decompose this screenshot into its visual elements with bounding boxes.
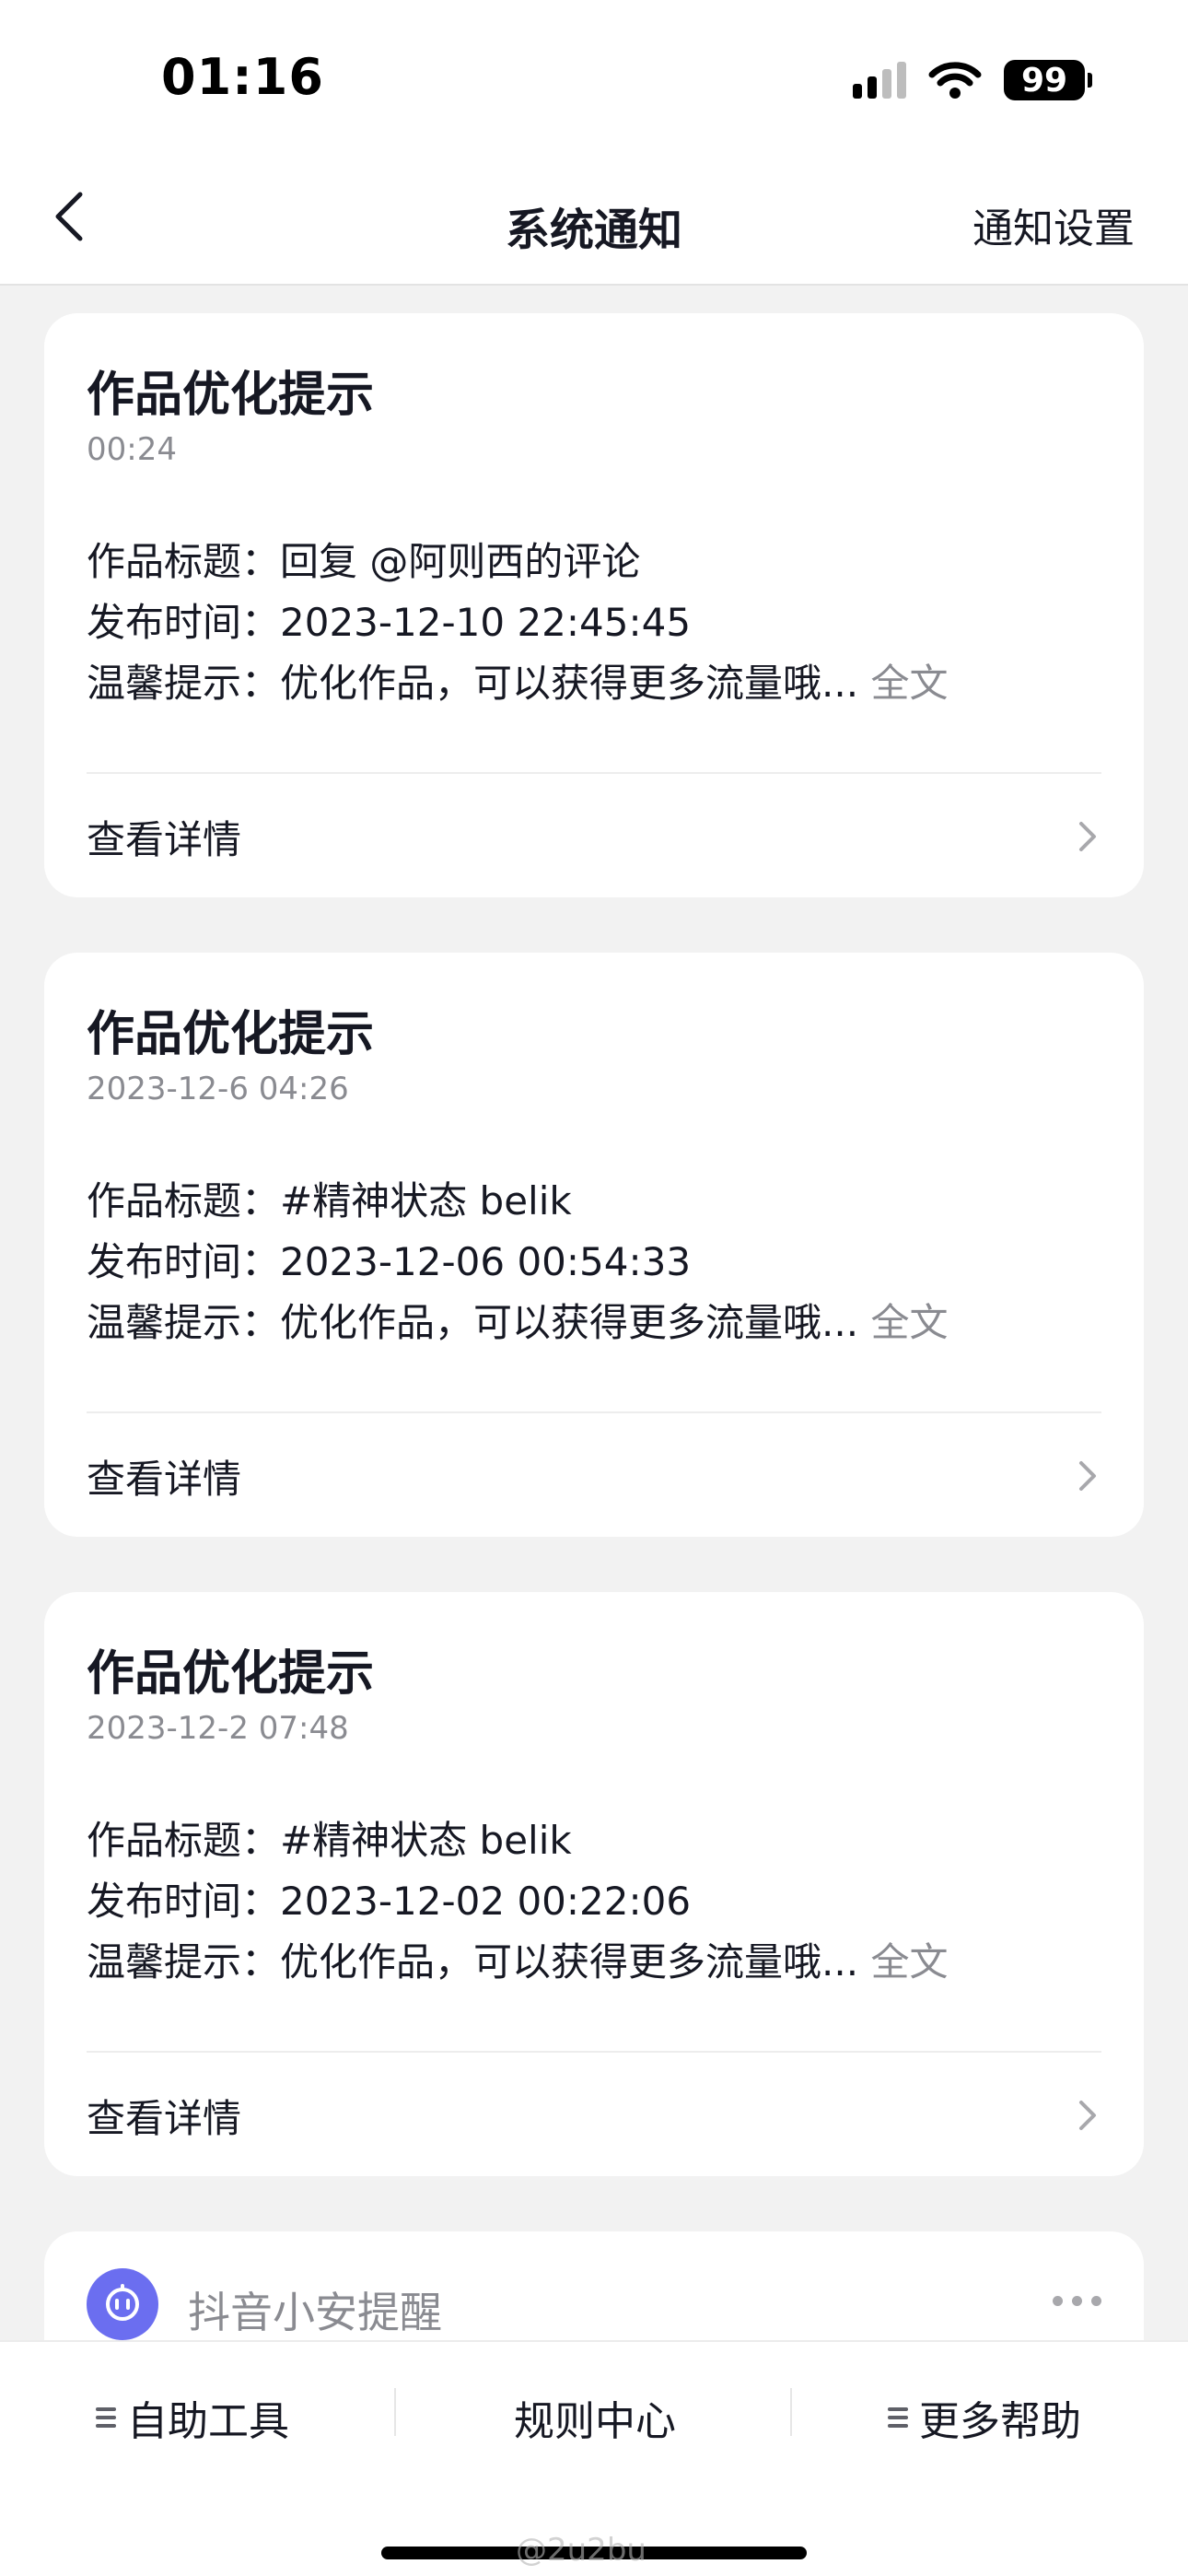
tip-line: 温馨提示：优化作品，可以获得更多流量哦... 全文 [87, 652, 948, 708]
card-title: 作品优化提示 [87, 1646, 375, 1702]
watermark: @2u2bu [516, 2532, 646, 2569]
card-time: 2023-12-2 07:48 [87, 1710, 349, 1747]
tip-line: 温馨提示：优化作品，可以获得更多流量哦... 全文 [87, 1292, 948, 1348]
signal-icon [853, 62, 906, 99]
work-title-line: 作品标题：#精神状态 belik [87, 1809, 572, 1866]
work-title-label: 作品标题： [87, 1178, 281, 1224]
status-bar: 01:16 99 [0, 0, 1188, 147]
publish-time-value: 2023-12-06 00:54:33 [280, 1239, 692, 1284]
full-text-link[interactable]: 全文 [870, 1300, 948, 1345]
notification-settings-link[interactable]: 通知设置 [973, 195, 1135, 254]
assistant-avatar [87, 2268, 158, 2340]
chevron-right-icon [1079, 822, 1096, 851]
work-title-value: 回复 @阿则西的评论 [280, 539, 641, 584]
divider [87, 2051, 1101, 2053]
publish-time-line: 发布时间：2023-12-02 00:22:06 [87, 1870, 691, 1926]
divider [394, 2388, 396, 2436]
publish-time-line: 发布时间：2023-12-10 22:45:45 [87, 591, 691, 648]
card-time: 00:24 [87, 431, 177, 468]
full-text-link[interactable]: 全文 [870, 661, 948, 706]
assistant-name: 抖音小安提醒 [188, 2288, 442, 2337]
tip-label: 温馨提示： [87, 1300, 281, 1345]
battery-icon: 99 [1004, 60, 1092, 100]
publish-time-label: 发布时间： [87, 1239, 281, 1284]
card-time: 2023-12-6 04:26 [87, 1071, 349, 1107]
publish-time-line: 发布时间：2023-12-06 00:54:33 [87, 1231, 691, 1287]
work-title-line: 作品标题：#精神状态 belik [87, 1170, 572, 1226]
chevron-right-icon [1079, 2101, 1096, 2130]
work-title-label: 作品标题： [87, 539, 281, 584]
publish-time-value: 2023-12-02 00:22:06 [280, 1879, 692, 1924]
status-time: 01:16 [161, 48, 324, 106]
tip-label: 温馨提示： [87, 661, 281, 706]
more-options-icon[interactable] [1053, 2296, 1101, 2306]
publish-time-label: 发布时间： [87, 1879, 281, 1924]
view-details-button[interactable]: 查看详情 [87, 1448, 241, 1505]
menu-icon [96, 2407, 116, 2428]
tab-label: 规则中心 [514, 2398, 676, 2445]
status-indicators: 99 [853, 57, 1092, 103]
work-title-line: 作品标题：回复 @阿则西的评论 [87, 531, 640, 587]
tab-more-help[interactable]: 更多帮助 [888, 2390, 1081, 2445]
divider [790, 2388, 792, 2436]
tab-rules-center[interactable]: 规则中心 [514, 2390, 676, 2445]
divider [87, 1411, 1101, 1413]
notification-card: 作品优化提示 2023-12-6 04:26 作品标题：#精神状态 belik … [44, 953, 1144, 1537]
full-text-link[interactable]: 全文 [870, 1939, 948, 1985]
nav-bar: 系统通知 通知设置 [0, 147, 1188, 286]
publish-time-value: 2023-12-10 22:45:45 [280, 600, 692, 645]
work-title-value: #精神状态 belik [280, 1178, 572, 1224]
notification-page: 01:16 99 系统通知 通知设置 作品优化提示 00:24 作品标题：回复 … [0, 0, 1188, 2576]
publish-time-label: 发布时间： [87, 600, 281, 645]
notification-card: 作品优化提示 00:24 作品标题：回复 @阿则西的评论 发布时间：2023-1… [44, 313, 1144, 897]
robot-icon [106, 2284, 139, 2321]
tip-value: 优化作品，可以获得更多流量哦... [280, 1300, 859, 1345]
work-title-value: #精神状态 belik [280, 1818, 572, 1863]
chevron-right-icon [1079, 1461, 1096, 1491]
notification-card: 作品优化提示 2023-12-2 07:48 作品标题：#精神状态 belik … [44, 1592, 1144, 2176]
tab-label: 更多帮助 [919, 2398, 1081, 2445]
card-title: 作品优化提示 [87, 368, 375, 423]
menu-icon [888, 2407, 908, 2428]
tip-value: 优化作品，可以获得更多流量哦... [280, 661, 859, 706]
tip-value: 优化作品，可以获得更多流量哦... [280, 1939, 859, 1985]
divider [87, 772, 1101, 774]
tab-label: 自助工具 [127, 2398, 289, 2445]
view-details-button[interactable]: 查看详情 [87, 2088, 241, 2144]
tab-self-service-tools[interactable]: 自助工具 [96, 2390, 289, 2445]
tip-line: 温馨提示：优化作品，可以获得更多流量哦... 全文 [87, 1931, 948, 1987]
view-details-button[interactable]: 查看详情 [87, 809, 241, 865]
work-title-label: 作品标题： [87, 1818, 281, 1863]
tip-label: 温馨提示： [87, 1939, 281, 1985]
card-title: 作品优化提示 [87, 1007, 375, 1062]
wifi-icon [928, 62, 982, 99]
